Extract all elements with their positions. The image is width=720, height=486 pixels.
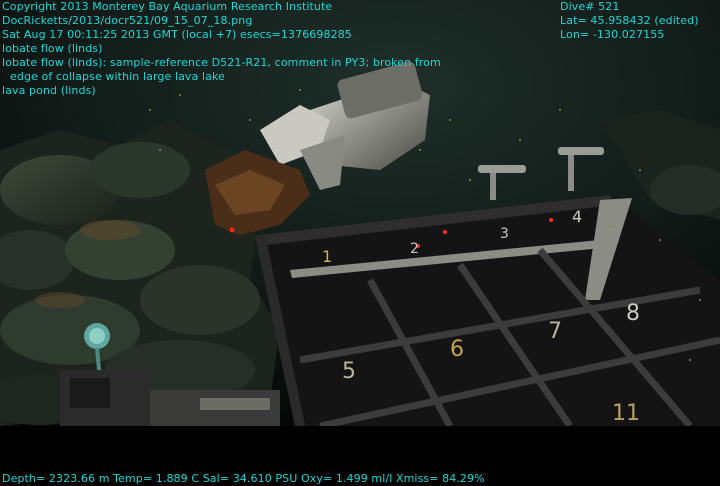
file-path-line: DocRicketts/2013/docr521/09_15_07_18.png xyxy=(2,14,253,27)
annotation-line-4: lava pond (linds) xyxy=(2,84,96,97)
video-frame: 1 2 3 4 5 6 7 8 11 Copyright 2013 Monter… xyxy=(0,0,720,486)
timestamp-line: Sat Aug 17 00:11:25 2013 GMT (local +7) … xyxy=(2,28,352,41)
annotation-line-2: lobate flow (linds): sample-reference D5… xyxy=(2,56,441,69)
tray-number-5: 5 xyxy=(342,359,356,384)
copyright-line: Copyright 2013 Monterey Bay Aquarium Res… xyxy=(2,0,333,13)
longitude: Lon= -130.027155 xyxy=(560,28,665,41)
tray-number-3: 3 xyxy=(500,226,509,242)
latitude: Lat= 45.958432 (edited) xyxy=(560,14,699,27)
annotation-line-3: edge of collapse within large lava lake xyxy=(10,70,225,83)
tray-number-7: 7 xyxy=(548,319,562,344)
tray-number-6: 6 xyxy=(450,337,464,362)
tray-number-11: 11 xyxy=(612,401,640,426)
annotation-line-1: lobate flow (linds) xyxy=(2,42,103,55)
tray-number-4: 4 xyxy=(572,207,582,226)
tray-number-8: 8 xyxy=(626,301,640,326)
tray-number-1: 1 xyxy=(322,247,332,266)
metadata-right: Dive# 521 Lat= 45.958432 (edited) Lon= -… xyxy=(560,0,699,42)
sensor-readout: Depth= 2323.66 m Temp= 1.889 C Sal= 34.6… xyxy=(2,472,485,485)
dive-number: Dive# 521 xyxy=(560,0,620,13)
tray-number-2: 2 xyxy=(410,241,419,257)
metadata-left: Copyright 2013 Monterey Bay Aquarium Res… xyxy=(2,0,441,98)
